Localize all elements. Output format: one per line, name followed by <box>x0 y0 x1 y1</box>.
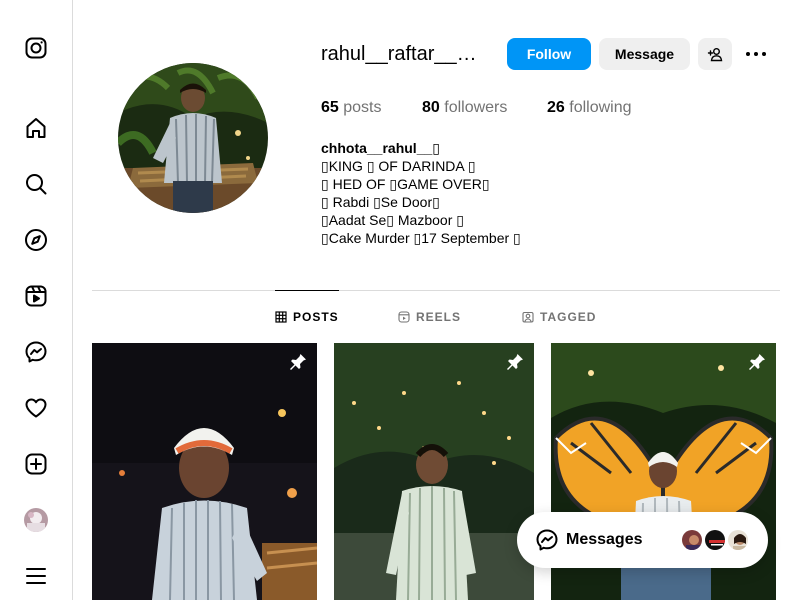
bio-line: ▯KING ▯ OF DARINDA ▯ <box>321 158 476 174</box>
followers-count-value: 80 <box>422 99 440 116</box>
left-sidebar <box>0 0 73 600</box>
profile-full-name: chhota__rahul__▯ <box>321 140 440 156</box>
profile-divider <box>92 290 780 291</box>
tab-reels-label: REELS <box>416 310 462 324</box>
tab-posts[interactable]: POSTS <box>275 309 339 325</box>
messenger-icon[interactable] <box>24 340 48 364</box>
post-thumbnail[interactable] <box>334 343 534 600</box>
messages-label: Messages <box>566 531 643 548</box>
add-user-icon <box>707 48 723 62</box>
following-count-label: following <box>569 99 632 116</box>
tab-tagged-label: TAGGED <box>540 310 597 324</box>
post-thumbnail[interactable] <box>92 343 317 600</box>
profile-bio: ▯KING ▯ OF DARINDA ▯ ▯ HED OF ▯GAME OVER… <box>321 157 521 247</box>
tab-reels[interactable]: REELS <box>398 309 461 325</box>
bio-line: ▯Cake Murder ▯17 September ▯ <box>321 230 521 246</box>
pinned-icon <box>505 352 525 372</box>
messages-popover-button[interactable]: Messages <box>517 512 768 568</box>
post-image <box>92 343 317 600</box>
follow-button[interactable]: Follow <box>507 38 591 70</box>
followers-count-label: followers <box>444 99 508 116</box>
conversation-avatar <box>680 528 704 552</box>
posts-count-value: 65 <box>321 99 339 116</box>
search-icon[interactable] <box>24 172 48 196</box>
explore-compass-icon[interactable] <box>24 228 48 252</box>
grid-icon <box>275 311 287 323</box>
bio-line: ▯Aadat Se▯ Mazboor ▯ <box>321 212 464 228</box>
following-count-value: 26 <box>547 99 565 116</box>
bio-line: ▯ HED OF ▯GAME OVER▯ <box>321 176 490 192</box>
create-plus-icon[interactable] <box>24 452 48 476</box>
messenger-icon <box>536 529 558 551</box>
more-options-button[interactable] <box>744 42 768 66</box>
posts-count-label: posts <box>343 99 382 116</box>
reels-icon[interactable] <box>24 284 48 308</box>
pinned-icon <box>747 352 767 372</box>
heart-icon[interactable] <box>24 396 48 420</box>
profile-username: rahul__raftar__… <box>321 43 477 65</box>
bio-line: ▯ Rabdi ▯Se Door▯ <box>321 194 440 210</box>
suggest-user-button[interactable] <box>698 38 732 70</box>
tab-posts-label: POSTS <box>293 310 339 324</box>
home-icon[interactable] <box>24 116 48 140</box>
followers-link[interactable]: 80 followers <box>422 98 507 118</box>
pinned-icon <box>288 352 308 372</box>
post-image <box>334 343 534 600</box>
following-link[interactable]: 26 following <box>547 98 632 118</box>
conversation-avatar <box>726 528 750 552</box>
more-dots-icon <box>746 52 766 56</box>
tab-tagged[interactable]: TAGGED <box>522 309 596 325</box>
conversation-avatar <box>703 528 727 552</box>
active-tab-indicator <box>275 290 339 291</box>
tagged-icon <box>522 311 534 323</box>
reels-tab-icon <box>398 311 410 323</box>
instagram-logo-icon[interactable] <box>24 36 48 60</box>
posts-count: 65 posts <box>321 98 382 118</box>
message-button[interactable]: Message <box>599 38 690 70</box>
menu-hamburger-icon[interactable] <box>24 564 48 588</box>
profile-avatar[interactable] <box>24 508 48 532</box>
profile-picture[interactable] <box>118 63 268 213</box>
